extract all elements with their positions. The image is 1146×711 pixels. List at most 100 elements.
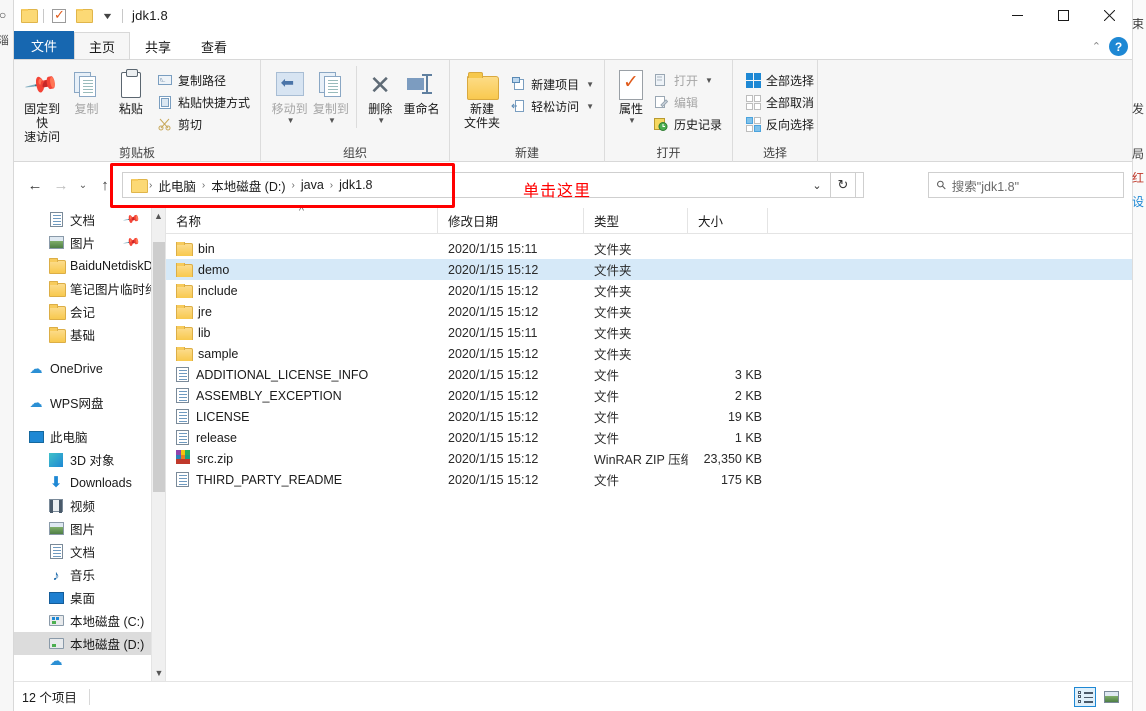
sidebar-item-3d-objects[interactable]: 3D 对象 xyxy=(14,448,151,471)
qat-properties-check-icon[interactable] xyxy=(47,2,71,30)
maximize-button[interactable] xyxy=(1040,0,1086,31)
recent-locations-button[interactable]: ⌄ xyxy=(74,172,92,198)
sidebar-item-pictures[interactable]: 图片 xyxy=(14,517,151,540)
table-row[interactable]: include 2020/1/15 15:12 文件夹 xyxy=(166,280,1132,301)
sidebar-item-local-disk-c[interactable]: 本地磁盘 (C:) xyxy=(14,609,151,632)
rename-button[interactable]: 重命名 xyxy=(400,64,443,116)
scrollbar-thumb[interactable] xyxy=(153,242,165,492)
sidebar-item-baidunetdisk[interactable]: BaiduNetdiskD xyxy=(14,254,151,277)
sidebar-item-local-disk-d[interactable]: 本地磁盘 (D:) xyxy=(14,632,151,655)
chevron-down-icon[interactable]: ▼ xyxy=(586,80,594,89)
chevron-down-icon[interactable]: ▼ xyxy=(287,116,295,125)
table-row[interactable]: ASSEMBLY_EXCEPTION 2020/1/15 15:12 文件 2 … xyxy=(166,385,1132,406)
table-row[interactable]: ADDITIONAL_LICENSE_INFO 2020/1/15 15:12 … xyxy=(166,364,1132,385)
chevron-down-icon[interactable]: ▼ xyxy=(705,76,713,85)
tab-file[interactable]: 文件 xyxy=(14,31,74,59)
scroll-up-button[interactable]: ▲ xyxy=(152,208,165,224)
invert-selection-button[interactable]: 反向选择 xyxy=(741,113,818,135)
table-row[interactable]: bin 2020/1/15 15:11 文件夹 xyxy=(166,238,1132,259)
paste-button[interactable]: 粘贴 xyxy=(109,64,153,116)
table-row[interactable]: sample 2020/1/15 15:12 文件夹 xyxy=(166,343,1132,364)
qat-folder-icon[interactable] xyxy=(16,2,40,30)
tab-view[interactable]: 查看 xyxy=(186,33,242,59)
close-button[interactable] xyxy=(1086,0,1132,31)
chevron-up-icon[interactable]: ⌃ xyxy=(1092,40,1101,53)
history-button[interactable]: 历史记录 xyxy=(649,113,726,135)
navigation-scrollbar[interactable]: ▲ ▼ xyxy=(151,208,165,681)
back-button[interactable]: ← xyxy=(22,172,48,198)
select-none-button[interactable]: 全部取消 xyxy=(741,91,818,113)
sidebar-item-wps-cloud[interactable]: ☁ WPS网盘 xyxy=(14,391,151,414)
edit-button[interactable]: 编辑 xyxy=(649,91,726,113)
sidebar-item-pictures-quick[interactable]: 图片 📌 xyxy=(14,231,151,254)
sidebar-item-onedrive[interactable]: ☁ OneDrive xyxy=(14,357,151,380)
breadcrumb-item-local-disk-d[interactable]: 本地磁盘 (D:) xyxy=(206,176,290,195)
sidebar-item-downloads[interactable]: ⬇ Downloads xyxy=(14,471,151,494)
file-type: 文件夹 xyxy=(594,285,632,299)
sidebar-item-this-pc[interactable]: 此电脑 xyxy=(14,425,151,448)
background-window-right-edge[interactable]: 束 发 局 红 设 xyxy=(1132,0,1146,711)
sidebar-item-desktop[interactable]: 桌面 xyxy=(14,586,151,609)
details-view-button[interactable] xyxy=(1074,686,1096,707)
pin-to-quick-access-button[interactable]: 📌 固定到快 速访问 xyxy=(20,64,64,144)
minimize-button[interactable] xyxy=(994,0,1040,31)
forward-button[interactable]: → xyxy=(48,172,74,198)
delete-button[interactable]: ✕ 删除 ▼ xyxy=(360,64,399,125)
sidebar-item-music[interactable]: ♪ 音乐 xyxy=(14,563,151,586)
properties-button[interactable]: 属性 ▼ xyxy=(613,64,649,125)
folder-icon[interactable] xyxy=(131,178,148,193)
pin-icon[interactable]: 📌 xyxy=(123,233,142,252)
sidebar-item-notes-temp[interactable]: 笔记图片临时纯 xyxy=(14,277,151,300)
new-folder-button[interactable]: 新建 文件夹 xyxy=(458,64,506,130)
cut-button[interactable]: 剪切 xyxy=(153,113,254,135)
new-item-button[interactable]: 新建项目 ▼ xyxy=(506,73,598,95)
chevron-down-icon[interactable]: ▼ xyxy=(628,116,636,125)
help-icon[interactable]: ? xyxy=(1109,37,1128,56)
chevron-down-icon[interactable]: ▼ xyxy=(586,102,594,111)
pin-icon[interactable]: 📌 xyxy=(123,210,142,229)
thumbnails-view-button[interactable] xyxy=(1100,687,1122,707)
up-button[interactable]: ↑ xyxy=(92,172,118,198)
sidebar-item-huiji[interactable]: 会记 xyxy=(14,300,151,323)
refresh-button[interactable]: ↻ xyxy=(830,172,856,198)
table-row[interactable]: lib 2020/1/15 15:11 文件夹 xyxy=(166,322,1132,343)
sidebar-item-documents[interactable]: 文档 xyxy=(14,540,151,563)
tab-home[interactable]: 主页 xyxy=(74,32,131,60)
sidebar-item-jichu[interactable]: 基础 xyxy=(14,323,151,346)
column-header-size[interactable]: 大小 xyxy=(688,207,768,234)
column-header-date[interactable]: 修改日期 xyxy=(438,207,584,234)
table-row[interactable]: THIRD_PARTY_README 2020/1/15 15:12 文件 17… xyxy=(166,469,1132,490)
column-header-type[interactable]: 类型 xyxy=(584,207,688,234)
background-window-left-edge[interactable]: ○ 淄 xyxy=(0,0,14,711)
pin-icon: 📌 xyxy=(24,66,61,103)
breadcrumb-item-jdk18[interactable]: jdk1.8 xyxy=(334,178,377,192)
table-row[interactable]: LICENSE 2020/1/15 15:12 文件 19 KB xyxy=(166,406,1132,427)
scroll-down-button[interactable]: ▼ xyxy=(152,665,165,681)
tab-share[interactable]: 共享 xyxy=(130,33,186,59)
select-all-button[interactable]: 全部选择 xyxy=(741,69,818,91)
move-to-button[interactable]: ⬅ 移动到 ▼ xyxy=(269,64,310,125)
column-header-name[interactable]: 名称 xyxy=(166,207,438,234)
chevron-down-icon[interactable]: ▼ xyxy=(377,116,385,125)
address-dropdown-button[interactable]: ⌄ xyxy=(804,172,830,198)
sidebar-item-videos[interactable]: 视频 xyxy=(14,494,151,517)
copy-to-button[interactable]: 复制到 ▼ xyxy=(310,64,351,125)
copy-path-button[interactable]: \\.. 复制路径 xyxy=(153,69,254,91)
open-button[interactable]: 打开 ▼ xyxy=(649,69,726,91)
table-row[interactable]: jre 2020/1/15 15:12 文件夹 xyxy=(166,301,1132,322)
sidebar-item-partial[interactable]: ☁ xyxy=(14,655,151,667)
qat-customize-caret-icon[interactable]: ▼ xyxy=(95,2,119,30)
chevron-down-icon[interactable]: ▼ xyxy=(328,116,336,125)
table-row[interactable]: demo 2020/1/15 15:12 文件夹 xyxy=(166,259,1132,280)
qat-new-folder-icon[interactable] xyxy=(71,2,95,30)
search-input[interactable]: ⚲ 搜索"jdk1.8" xyxy=(928,172,1124,198)
paste-shortcut-button[interactable]: 粘贴快捷方式 xyxy=(153,91,254,113)
breadcrumb-item-java[interactable]: java xyxy=(296,178,329,192)
sidebar-item-documents-quick[interactable]: 文档 📌 xyxy=(14,208,151,231)
table-row[interactable]: release 2020/1/15 15:12 文件 1 KB xyxy=(166,427,1132,448)
address-bar[interactable]: › 此电脑 › 本地磁盘 (D:) › java › jdk1.8 xyxy=(122,172,864,198)
easy-access-button[interactable]: 轻松访问 ▼ xyxy=(506,95,598,117)
breadcrumb-item-this-pc[interactable]: 此电脑 xyxy=(153,176,201,195)
table-row[interactable]: src.zip 2020/1/15 15:12 WinRAR ZIP 压缩...… xyxy=(166,448,1132,469)
copy-button[interactable]: 复制 xyxy=(64,64,108,116)
